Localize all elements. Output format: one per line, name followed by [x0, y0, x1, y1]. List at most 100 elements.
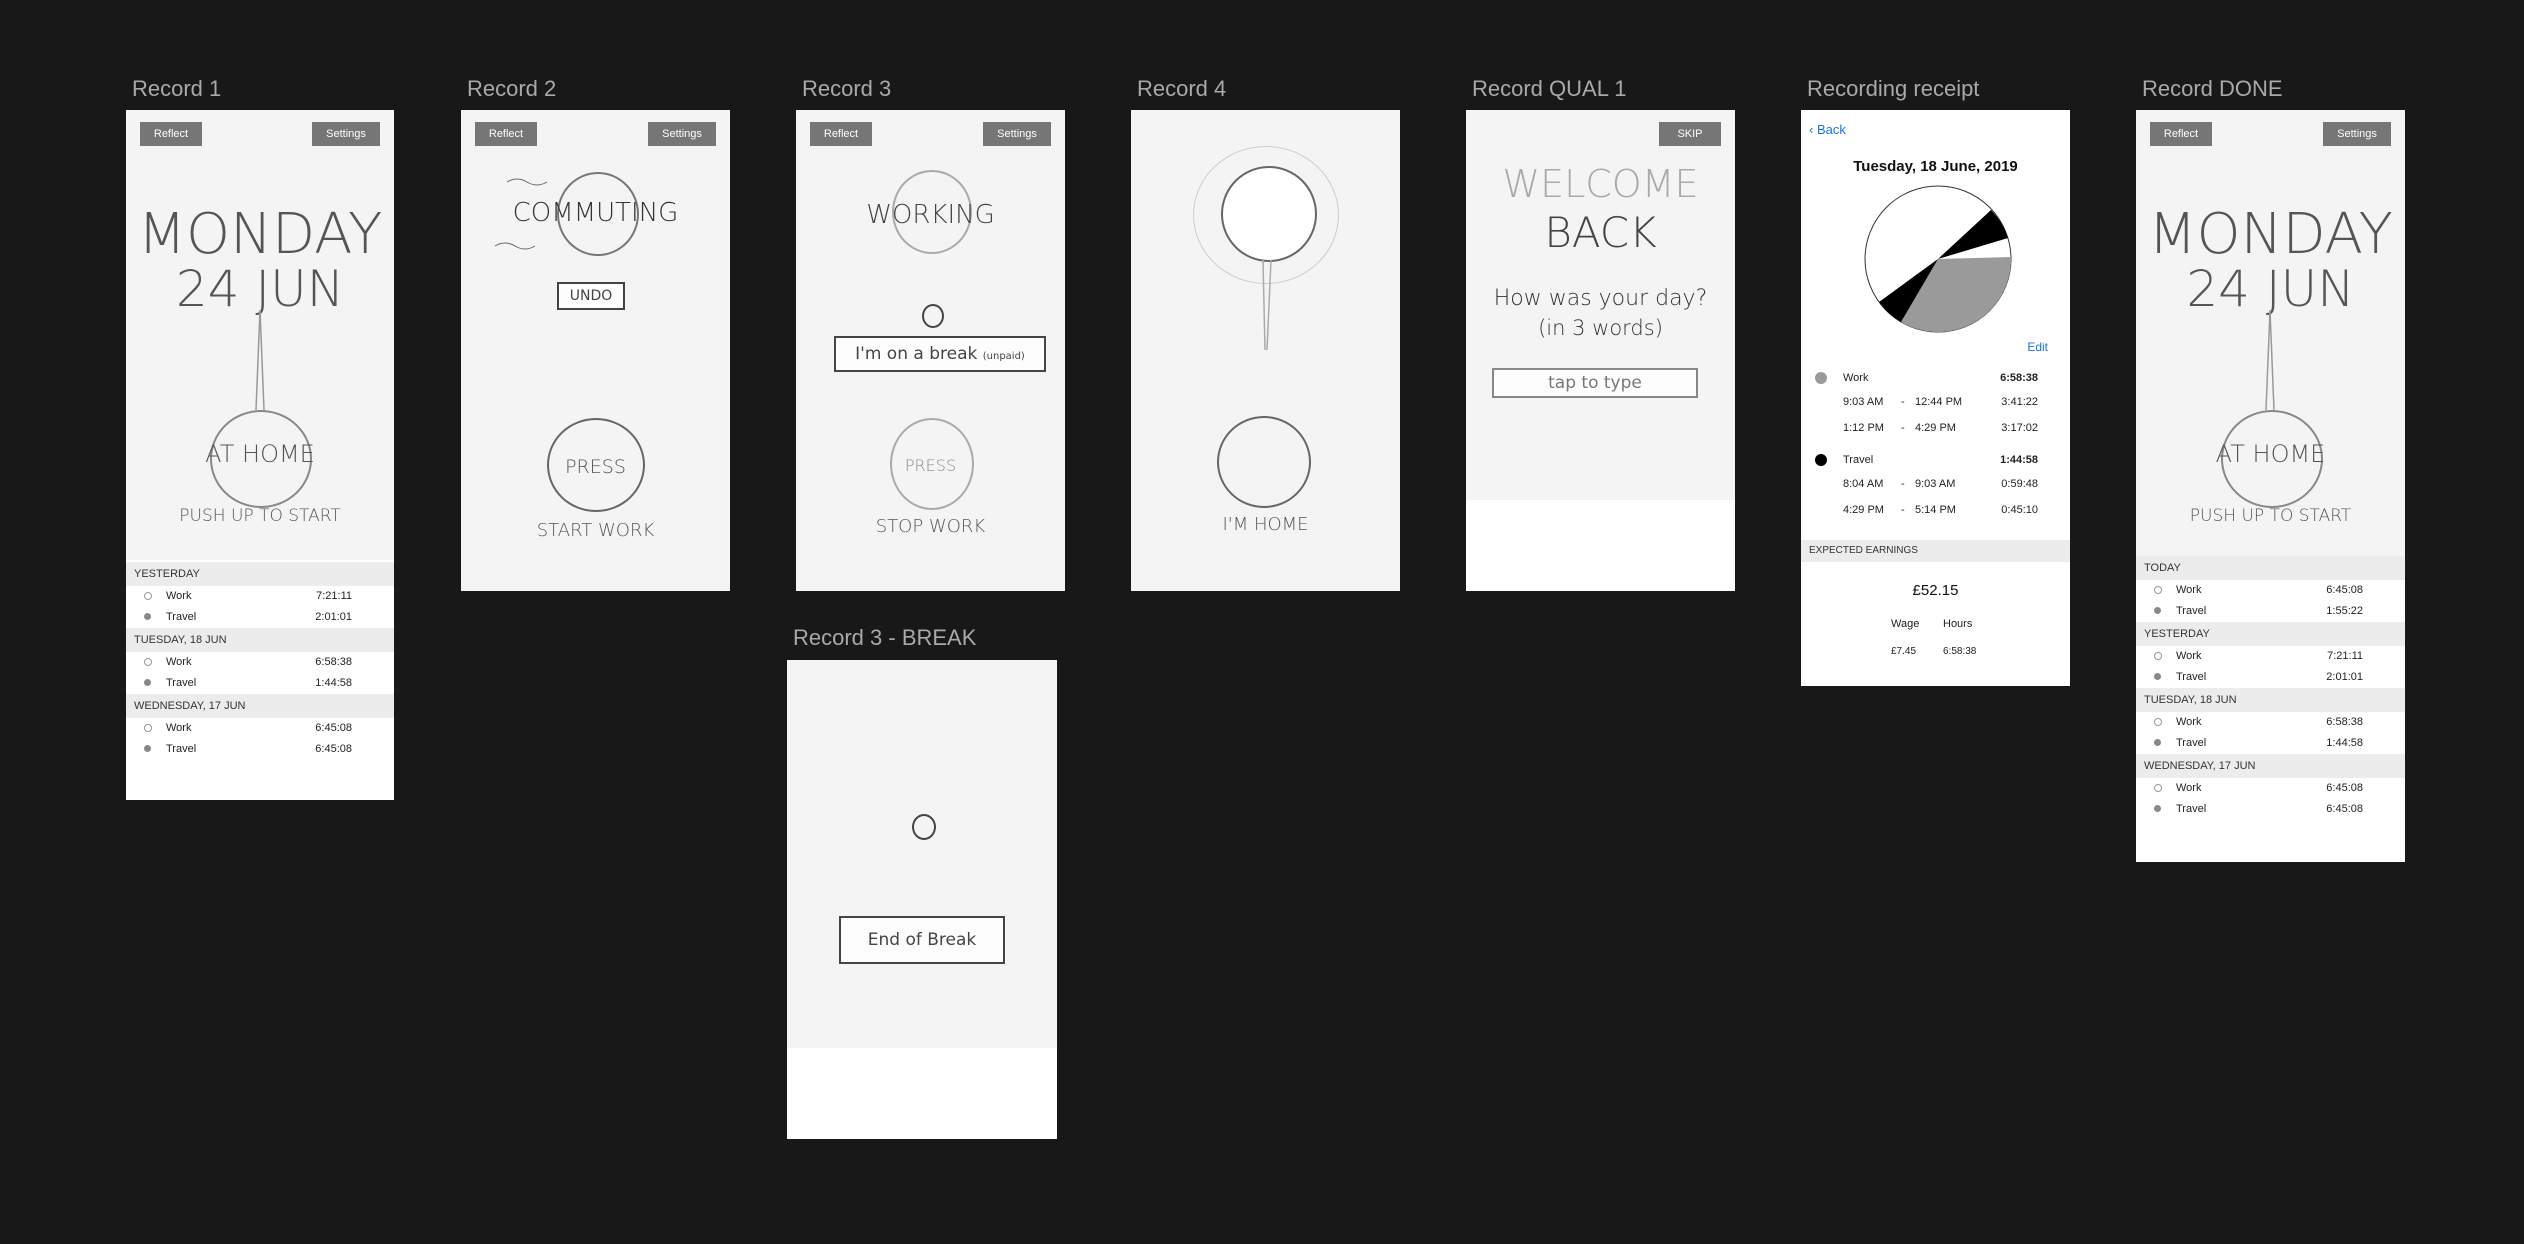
frame-record-done: Reflect Settings MONDAY 24 JUN AT HOME P…: [2136, 110, 2405, 862]
item-value: 6:45:08: [2326, 803, 2363, 815]
frame-title-record-qual-1: Record QUAL 1: [1472, 76, 1627, 101]
start-hint: PUSH UP TO START: [179, 506, 341, 526]
travel-dot-icon: [1815, 454, 1827, 466]
work-dot-icon: [2154, 718, 2162, 726]
list-item[interactable]: Work 6:58:38: [2136, 712, 2405, 733]
break-note: (unpaid): [982, 351, 1025, 362]
travel-dot-icon: [144, 613, 151, 620]
bubble-label: AT HOME: [205, 440, 315, 468]
hours-value: 6:58:38: [1943, 646, 1977, 657]
settings-button[interactable]: Settings: [983, 122, 1051, 146]
item-label: Work: [166, 590, 192, 602]
entry-end: 12:44 PM: [1915, 396, 1963, 408]
group-header: WEDNESDAY, 17 JUN: [2136, 754, 2405, 778]
frame-record-qual-1: SKIP WELCOME BACK How was your day? (in …: [1466, 110, 1735, 591]
earnings-header: EXPECTED EARNINGS: [1801, 540, 2070, 562]
list-item[interactable]: Travel 6:45:08: [2136, 799, 2405, 820]
item-label: Work: [2176, 716, 2202, 728]
item-value: 6:58:38: [2326, 716, 2363, 728]
question-label: How was your day?: [1493, 286, 1708, 311]
item-label: Travel: [2176, 671, 2207, 683]
list-item[interactable]: Travel 1:44:58: [2136, 733, 2405, 754]
frame-title-record-4: Record 4: [1137, 76, 1227, 101]
work-dot-icon: [2154, 652, 2162, 660]
end-break-button[interactable]: End of Break: [839, 916, 1005, 964]
item-value: 2:01:01: [315, 611, 352, 623]
undo-button[interactable]: UNDO: [557, 282, 625, 310]
history-group: TUESDAY, 18 JUN Work 6:58:38 Travel 1:44:5…: [2136, 688, 2405, 754]
item-value: 6:45:08: [315, 743, 352, 755]
travel-dot-icon: [2154, 673, 2161, 680]
item-label: Travel: [2176, 605, 2207, 617]
category-total: 1:44:58: [2000, 454, 2038, 466]
back-label: BACK: [1544, 208, 1657, 257]
entry-duration: 0:45:10: [2001, 504, 2038, 516]
list-item[interactable]: Travel 1:55:22: [2136, 601, 2405, 622]
item-label: Travel: [2176, 803, 2207, 815]
home-circle[interactable]: [1217, 416, 1311, 508]
item-label: Travel: [2176, 737, 2207, 749]
entry-sep: -: [1901, 422, 1905, 434]
press-label: PRESS: [565, 456, 626, 478]
day-words-input[interactable]: tap to type: [1492, 368, 1698, 398]
list-item[interactable]: Work 6:45:08: [2136, 580, 2405, 601]
item-value: 1:44:58: [2326, 737, 2363, 749]
entry-end: 9:03 AM: [1915, 478, 1956, 490]
list-item[interactable]: Work 7:21:11: [2136, 646, 2405, 667]
list-item[interactable]: Travel 6:45:08: [126, 739, 394, 760]
chevron-left-icon: ‹: [1809, 122, 1814, 137]
frame-record-1: Reflect Settings MONDAY 24 JUN AT HOME P…: [126, 110, 394, 800]
category-label: Travel: [1843, 454, 1874, 466]
break-button[interactable]: I'm on a break (unpaid): [834, 336, 1046, 372]
action-label: START WORK: [536, 520, 655, 541]
skip-button[interactable]: SKIP: [1659, 122, 1721, 146]
state-label: COMMUTING: [512, 198, 679, 228]
work-dot-icon: [2154, 784, 2162, 792]
list-item[interactable]: Work 6:58:38: [126, 652, 394, 673]
reflect-button[interactable]: Reflect: [810, 122, 872, 146]
frame-record-2: Reflect Settings COMMUTING UNDO PRESS ST…: [461, 110, 730, 591]
frame-title-record-3: Record 3: [802, 76, 892, 101]
back-link[interactable]: ‹ Back: [1809, 122, 1846, 137]
group-header: YESTERDAY: [2136, 622, 2405, 646]
group-header: YESTERDAY: [126, 562, 394, 586]
entry-end: 5:14 PM: [1915, 504, 1956, 516]
item-value: 1:55:22: [2326, 605, 2363, 617]
list-item[interactable]: Travel 2:01:01: [126, 607, 394, 628]
frame-title-recording-receipt: Recording receipt: [1807, 76, 1980, 101]
item-value: 1:44:58: [315, 677, 352, 689]
entry-start: 1:12 PM: [1843, 422, 1884, 434]
frame-record-3-break: End of Break: [787, 660, 1057, 1139]
item-value: 7:21:11: [316, 590, 352, 602]
frame-title-record-2: Record 2: [467, 76, 557, 101]
travel-dot-icon: [144, 745, 151, 752]
group-header: TUESDAY, 18 JUN: [126, 628, 394, 652]
item-label: Work: [2176, 650, 2202, 662]
list-item[interactable]: Work 6:45:08: [126, 718, 394, 739]
edit-link[interactable]: Edit: [2027, 340, 2048, 354]
item-value: 6:58:38: [315, 656, 352, 668]
list-item[interactable]: Travel 2:01:01: [2136, 667, 2405, 688]
item-value: 7:21:11: [2327, 650, 2363, 662]
sketch-paper: [787, 660, 1057, 1048]
receipt-date: Tuesday, 18 June, 2019: [1853, 158, 2018, 175]
list-item[interactable]: Work 6:45:08: [2136, 778, 2405, 799]
history-group: TUESDAY, 18 JUN Work 6:58:38 Travel 1:44:5…: [126, 628, 394, 694]
earnings-total: £52.15: [1912, 582, 1959, 599]
welcome-label: WELCOME: [1502, 162, 1699, 206]
entry-sep: -: [1901, 396, 1905, 408]
work-dot-icon: [144, 592, 152, 600]
bubble-label: AT HOME: [2215, 440, 2326, 468]
item-label: Travel: [166, 743, 197, 755]
list-item[interactable]: Travel 1:44:58: [126, 673, 394, 694]
time-pie-chart: [1864, 185, 2012, 333]
travel-dot-icon: [2154, 805, 2161, 812]
list-item[interactable]: Work 7:21:11: [126, 586, 394, 607]
motion-lines: [494, 178, 548, 250]
drip-line: [1262, 259, 1272, 351]
work-dot-icon: [2154, 586, 2162, 594]
item-label: Work: [2176, 782, 2202, 794]
item-value: 6:45:08: [315, 722, 352, 734]
entry-end: 4:29 PM: [1915, 422, 1956, 434]
entry-duration: 3:41:22: [2001, 396, 2038, 408]
